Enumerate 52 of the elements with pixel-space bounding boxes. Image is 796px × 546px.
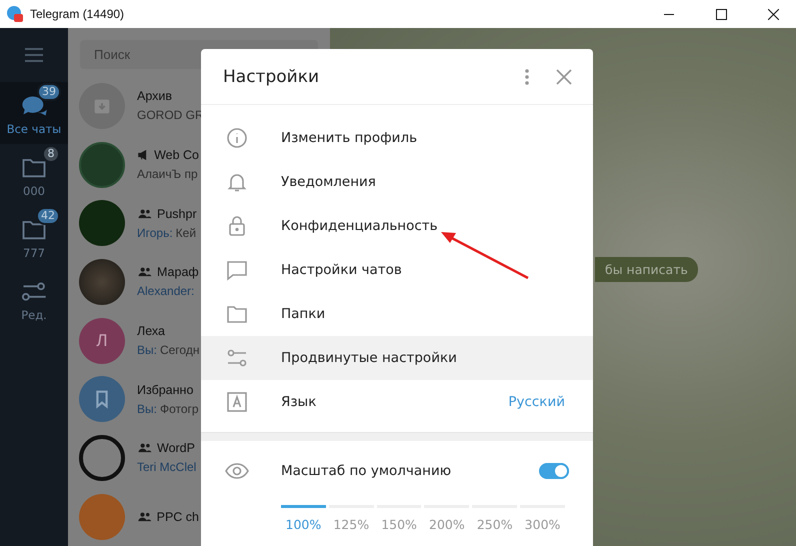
logo-avatar [79,434,125,481]
message-sender: Teri McClel [137,460,196,474]
window-title: Telegram (14490) [30,7,126,21]
group-icon [137,206,153,221]
settings-item[interactable]: Продвинутые настройки [201,336,593,380]
chat-icon [225,258,249,282]
message-preview: Сегодн [160,343,200,358]
message-preview: Кей [176,226,196,240]
scale-option[interactable]: 150% [376,505,422,532]
folder-tab[interactable]: 42 777 [0,206,68,268]
chat-name: PPC ch [156,510,199,524]
info-icon [225,126,249,150]
group-icon [137,510,153,524]
logo-avatar [79,142,125,188]
scale-option[interactable]: 200% [424,505,470,532]
folder-tab[interactable]: 8 000 [0,144,68,206]
chat-name: Web Co [154,148,199,162]
message-preview: АлаичЪ пр [137,167,198,182]
message-sender: Вы: [137,343,157,358]
chat-name: WordP [157,441,195,456]
close-icon [768,8,778,20]
scale-option[interactable]: 250% [472,505,518,532]
close-icon [555,68,573,86]
chat-name: Избранно [137,382,194,397]
unread-badge: 39 [37,82,61,100]
letter-avatar: Л [79,318,125,364]
message-preview: Фотогр [160,402,199,416]
menu-icon [24,48,44,62]
photo-placeholder [79,258,125,305]
logo-avatar [79,494,125,540]
message-sender: Игорь: [137,226,173,240]
chat-name: Мараф [157,265,199,280]
unread-badge: 42 [36,206,60,224]
message-sender: Alexander: [137,284,194,298]
logo-avatar [79,200,125,246]
scale-option[interactable]: 100% [281,505,326,532]
chat-name: Pushpr [157,206,197,221]
telegram-app-icon [6,5,24,23]
setting-label: Масштаб по умолчанию [281,463,452,479]
hint-pill: бы написать [595,257,698,282]
folder-tab[interactable]: Ред. [0,268,68,330]
unread-badge: 8 [42,144,60,162]
toggle-switch[interactable] [539,463,569,479]
scale-option[interactable]: 300% [520,505,565,532]
scale-option[interactable]: 125% [328,505,374,532]
message-sender: Вы: [137,402,157,416]
language-icon [225,390,249,414]
folder-tab[interactable]: 39 Все чаты [0,82,68,144]
dialog-title: Настройки [223,66,320,86]
chat-name: Леха [137,324,165,338]
chat-name: Архив [137,89,172,104]
maximize-icon [716,8,726,20]
